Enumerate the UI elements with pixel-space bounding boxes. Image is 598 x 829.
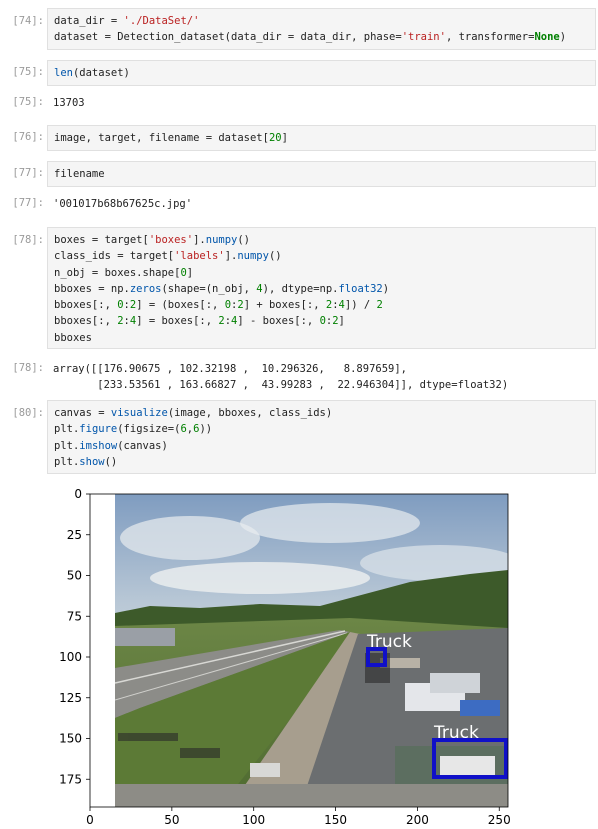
code-input[interactable]: data_dir = './DataSet/' dataset = Detect… (47, 8, 596, 50)
cell-78[interactable]: [78]: boxes = target['boxes'].numpy() cl… (0, 227, 598, 349)
cell-74[interactable]: [74]: data_dir = './DataSet/' dataset = … (0, 8, 598, 50)
y-tick-label: 0 (74, 487, 82, 501)
x-tick-label: 50 (164, 813, 179, 826)
cell-prompt: [77]: (12, 197, 44, 209)
photo-image: Truck Truck (115, 494, 508, 807)
code-line: plt.figure(figsize=(6,6)) (54, 423, 213, 436)
y-tick-label: 25 (67, 528, 82, 542)
output-text: array([[176.90675 , 102.32198 , 10.29632… (53, 361, 508, 394)
output-line: [233.53561 , 163.66827 , 43.99283 , 22.9… (53, 379, 509, 392)
code-line: class_ids = target['labels'].numpy() (54, 250, 282, 263)
code-input[interactable]: canvas = visualize(image, bboxes, class_… (47, 400, 596, 474)
cell-prompt: [77]: (12, 167, 44, 179)
cell-80[interactable]: [80]: canvas = visualize(image, bboxes, … (0, 400, 598, 474)
detection-label: Truck (366, 632, 412, 652)
cell-76[interactable]: [76]: image, target, filename = dataset[… (0, 125, 598, 151)
cell-prompt: [78]: (12, 234, 44, 246)
code-line: bboxes[:, 0:2] = (boxes[:, 0:2] + boxes[… (54, 299, 383, 312)
cell-77[interactable]: [77]: filename (0, 161, 598, 187)
y-tick-label: 125 (59, 691, 82, 705)
cell-prompt: [80]: (12, 407, 44, 419)
y-tick-label: 100 (59, 650, 82, 664)
detection-label: Truck (433, 723, 479, 743)
cell-prompt: [74]: (12, 15, 44, 27)
x-axis: 0 50 100 150 200 250 (86, 807, 511, 827)
imshow-figure: Truck Truck 0 25 50 75 100 125 150 175 0 50 100 15… (59, 487, 511, 827)
x-tick-label: 250 (488, 813, 511, 826)
code-input[interactable]: filename (47, 161, 596, 187)
code-input[interactable]: image, target, filename = dataset[20] (47, 125, 596, 151)
x-tick-label: 200 (406, 813, 429, 826)
x-tick-label: 100 (242, 813, 265, 826)
cell-prompt: [75]: (12, 66, 44, 78)
x-tick-label: 0 (86, 813, 94, 826)
output-text: 13703 (53, 97, 85, 109)
code-line: canvas = visualize(image, bboxes, class_… (54, 407, 333, 419)
code-line: plt.show() (54, 455, 118, 468)
cell-prompt: [76]: (12, 131, 44, 143)
output-text: '001017b68b67625c.jpg' (53, 198, 193, 210)
x-tick-label: 150 (324, 813, 347, 826)
code-line: len(dataset) (54, 67, 130, 79)
code-line: bboxes (54, 331, 92, 344)
output-77: [77]: '001017b68b67625c.jpg' (0, 196, 598, 214)
y-tick-label: 75 (67, 609, 82, 623)
cell-75[interactable]: [75]: len(dataset) (0, 60, 598, 86)
y-axis: 0 25 50 75 100 125 150 175 (59, 487, 90, 786)
cell-prompt: [78]: (12, 362, 44, 374)
code-line: n_obj = boxes.shape[0] (54, 266, 194, 279)
output-line: array([[176.90675 , 102.32198 , 10.29632… (53, 363, 408, 375)
code-line: image, target, filename = dataset[20] (54, 132, 288, 144)
code-line: bboxes = np.zeros(shape=(n_obj, 4), dtyp… (54, 282, 390, 295)
code-line: filename (54, 168, 105, 180)
code-line: boxes = target['boxes'].numpy() (54, 234, 251, 246)
code-line: plt.imshow(canvas) (54, 439, 168, 452)
code-input[interactable]: len(dataset) (47, 60, 596, 86)
code-input[interactable]: boxes = target['boxes'].numpy() class_id… (47, 227, 596, 349)
y-tick-label: 50 (67, 569, 82, 583)
output-78: [78]: array([[176.90675 , 102.32198 , 10… (0, 361, 598, 395)
code-line: bboxes[:, 2:4] = boxes[:, 2:4] - boxes[:… (54, 315, 345, 328)
cell-prompt: [75]: (12, 96, 44, 108)
y-tick-label: 175 (59, 772, 82, 786)
code-line: data_dir = './DataSet/' (54, 15, 200, 27)
y-tick-label: 150 (59, 732, 82, 746)
output-75: [75]: 13703 (0, 95, 598, 113)
imshow-output: Truck Truck 0 25 50 75 100 125 150 175 0 50 100 15… (0, 478, 598, 827)
code-line: dataset = Detection_dataset(data_dir = d… (54, 31, 567, 44)
